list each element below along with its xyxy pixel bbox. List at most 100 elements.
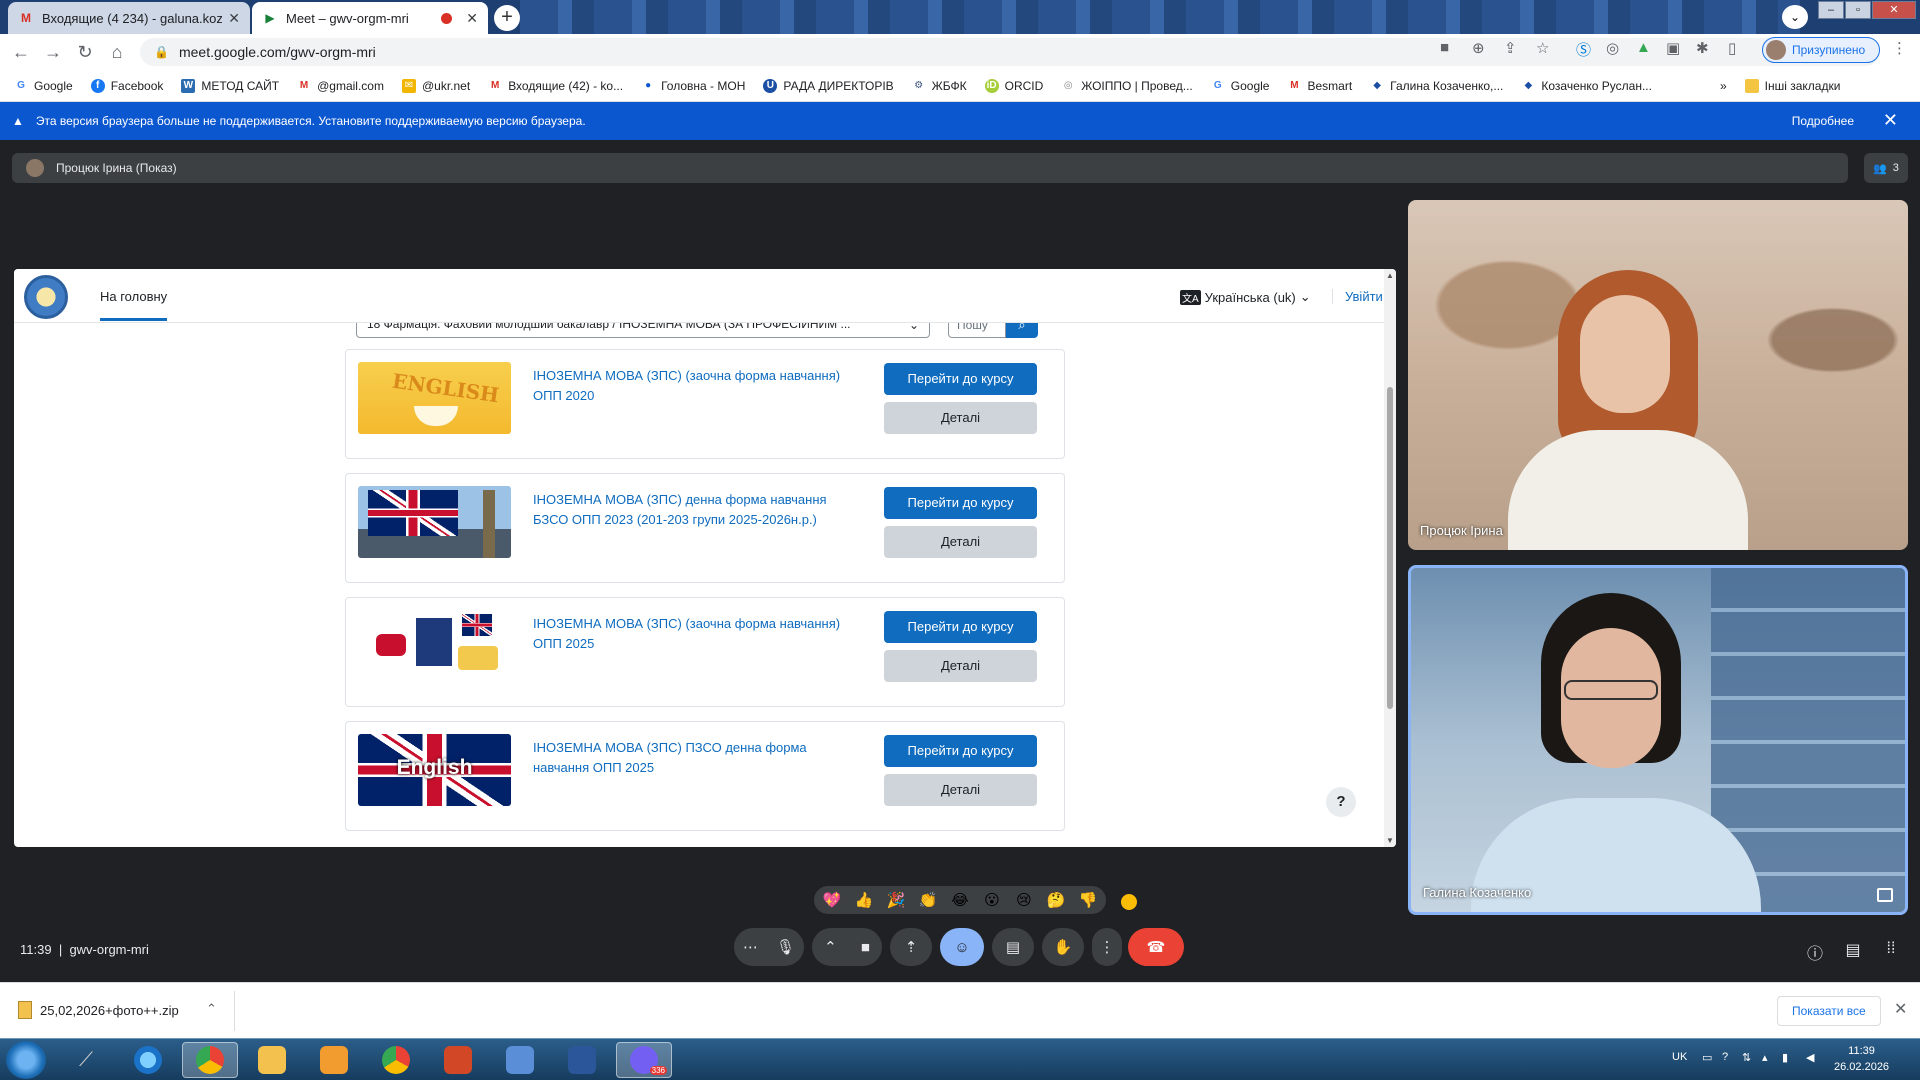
home-link[interactable]: На головну — [100, 289, 168, 321]
system-clock[interactable]: 11:39 26.02.2026 — [1834, 1043, 1889, 1075]
present-button[interactable]: ⇡ — [890, 928, 932, 966]
end-call-button[interactable]: ☎ — [1128, 928, 1184, 966]
details-button[interactable]: Деталі — [884, 526, 1037, 558]
activities-icon[interactable]: ⁞⁞ — [1880, 940, 1902, 958]
scrollbar-thumb[interactable] — [1387, 387, 1393, 709]
raise-hand-button[interactable]: ✋ — [1042, 928, 1084, 966]
info-icon[interactable]: ⓘ — [1804, 940, 1826, 964]
bookmark-item[interactable]: G Google — [14, 79, 73, 93]
course-title[interactable]: ІНОЗЕМНА МОВА (ЗПС) (заочна форма навчан… — [533, 614, 863, 654]
taskbar-media[interactable] — [306, 1042, 362, 1078]
bookmark-item[interactable]: iD ORCID — [984, 78, 1043, 93]
skype-extension-icon[interactable]: Ⓢ — [1576, 39, 1591, 60]
back-icon[interactable]: ← — [10, 42, 32, 63]
reactions-button[interactable]: ☺ — [940, 928, 984, 966]
taskbar-viber[interactable]: 336 — [616, 1042, 672, 1078]
microphone-icon[interactable]: 🎙 — [776, 938, 795, 956]
tray-icon[interactable]: ▭ — [1702, 1051, 1712, 1064]
scrollbar[interactable]: ▲ ▼ — [1384, 269, 1396, 847]
taskbar-word[interactable] — [554, 1042, 610, 1078]
reaction-surprised-icon[interactable]: 😮 — [980, 891, 1004, 909]
cast-icon[interactable]: ▣ — [1666, 39, 1680, 57]
close-window-button[interactable]: ✕ — [1872, 1, 1916, 19]
bookmark-item[interactable]: ◎ ЖОІППО | Провед... — [1061, 79, 1193, 93]
go-to-course-button[interactable]: Перейти до курсу — [884, 735, 1037, 767]
share-icon[interactable]: ⇪ — [1504, 39, 1517, 57]
tray-icon[interactable]: ⇅ — [1742, 1051, 1751, 1064]
extension-icon[interactable]: ◎ — [1606, 39, 1619, 57]
reaction-party-icon[interactable]: 🎉 — [884, 891, 908, 909]
reload-icon[interactable]: ↻ — [74, 42, 96, 63]
captions-button[interactable]: ▤ — [992, 928, 1034, 966]
show-all-button[interactable]: Показати все — [1777, 996, 1881, 1026]
bookmark-item[interactable]: W МЕТОД САЙТ — [181, 78, 279, 93]
infobar-more-link[interactable]: Подробнее — [1792, 114, 1854, 128]
bookmark-item[interactable]: ⚙ ЖБФК — [912, 79, 966, 93]
bookmark-item[interactable]: ✉ @ukr.net — [401, 78, 470, 93]
forward-icon[interactable]: → — [42, 42, 64, 63]
course-title[interactable]: ІНОЗЕМНА МОВА (ЗПС) (заочна форма навчан… — [533, 366, 863, 406]
more-bookmarks-icon[interactable]: » — [1720, 79, 1727, 93]
taskbar-ie[interactable] — [120, 1042, 176, 1078]
scroll-down-icon[interactable]: ▼ — [1386, 836, 1394, 845]
taskbar-powerpoint[interactable] — [430, 1042, 486, 1078]
more-audio-options-icon[interactable]: ⋯ — [743, 938, 758, 956]
network-icon[interactable]: ▮ — [1782, 1051, 1788, 1064]
start-button[interactable] — [6, 1041, 46, 1079]
menu-icon[interactable]: ⋮ — [1892, 39, 1907, 57]
chat-icon[interactable]: ▤ — [1842, 940, 1864, 960]
details-button[interactable]: Деталі — [884, 402, 1037, 434]
more-options-button[interactable]: ⋮ — [1092, 928, 1122, 966]
bookmark-item[interactable]: ◆ Козаченко Руслан... — [1521, 79, 1652, 93]
course-title[interactable]: ІНОЗЕМНА МОВА (ЗПС) денна форма навчання… — [533, 490, 863, 530]
camera-in-use-icon[interactable]: ■ — [1440, 39, 1449, 56]
course-title[interactable]: ІНОЗЕМНА МОВА (ЗПС) ПЗСО денна форма нав… — [533, 738, 863, 778]
zoom-icon[interactable]: ⊕ — [1472, 39, 1485, 57]
new-tab-button[interactable]: + — [494, 5, 520, 31]
language-menu[interactable]: 文A Українська ‎(uk)‎ ⌄ — [1180, 289, 1311, 305]
volume-icon[interactable]: ◀ — [1806, 1051, 1814, 1064]
bookmark-item[interactable]: M @gmail.com — [297, 79, 384, 93]
side-panel-icon[interactable]: ▯ — [1728, 39, 1736, 57]
other-bookmarks[interactable]: Інші закладки — [1744, 78, 1840, 93]
minimize-button[interactable]: – — [1818, 1, 1844, 19]
scroll-up-icon[interactable]: ▲ — [1386, 271, 1394, 280]
reaction-thinking-icon[interactable]: 🤔 — [1044, 891, 1068, 909]
close-icon[interactable]: ✕ — [1894, 999, 1907, 1019]
taskbar-remote[interactable] — [492, 1042, 548, 1078]
reaction-sad-icon[interactable]: 😢 — [1012, 891, 1036, 909]
bookmark-item[interactable]: G Google — [1211, 79, 1270, 93]
language-indicator[interactable]: UK — [1672, 1051, 1687, 1063]
show-hidden-icons[interactable]: ▴ — [1762, 1051, 1768, 1064]
taskbar-chrome[interactable] — [182, 1042, 238, 1078]
go-to-course-button[interactable]: Перейти до курсу — [884, 487, 1037, 519]
login-link[interactable]: Увійти — [1332, 289, 1383, 304]
go-to-course-button[interactable]: Перейти до курсу — [884, 611, 1037, 643]
taskbar-explorer[interactable] — [244, 1042, 300, 1078]
reaction-clap-icon[interactable]: 👏 — [916, 891, 940, 909]
reaction-thumbs-up-icon[interactable]: 👍 — [852, 891, 876, 909]
profile-button[interactable]: Призупинено — [1762, 37, 1880, 63]
help-icon[interactable]: ? — [1722, 1051, 1728, 1063]
bookmark-item[interactable]: f Facebook — [90, 78, 163, 93]
close-tab-icon[interactable]: ✕ — [228, 10, 240, 27]
download-item[interactable]: 25,02,2026+фото++.zip — [18, 1001, 179, 1019]
taskbar-tool[interactable]: ⟋ — [58, 1042, 114, 1078]
details-button[interactable]: Деталі — [884, 774, 1037, 806]
puzzle-icon[interactable]: ✱ — [1696, 39, 1709, 57]
close-tab-icon[interactable]: ✕ — [466, 10, 478, 27]
bookmark-star-icon[interactable]: ☆ — [1536, 39, 1549, 57]
tab-search-icon[interactable]: ⌄ — [1782, 5, 1808, 29]
reaction-laugh-icon[interactable]: 😂 — [948, 891, 972, 909]
bookmark-item[interactable]: U РАДА ДИРЕКТОРІВ — [763, 78, 894, 93]
bookmark-item[interactable]: ◆ Галина Козаченко,... — [1370, 79, 1503, 93]
pin-icon[interactable] — [1877, 888, 1893, 902]
drive-extension-icon[interactable]: ▲ — [1636, 39, 1651, 56]
maximize-button[interactable]: ▫ — [1845, 1, 1871, 19]
bookmark-item[interactable]: M Входящие (42) - ko... — [488, 79, 623, 93]
participant-tile[interactable]: Процюк Ірина — [1408, 200, 1908, 550]
go-to-course-button[interactable]: Перейти до курсу — [884, 363, 1037, 395]
participant-tile[interactable]: Галина Козаченко — [1408, 565, 1908, 915]
help-button[interactable]: ? — [1326, 787, 1356, 817]
bookmark-item[interactable]: M Besmart — [1287, 79, 1352, 93]
